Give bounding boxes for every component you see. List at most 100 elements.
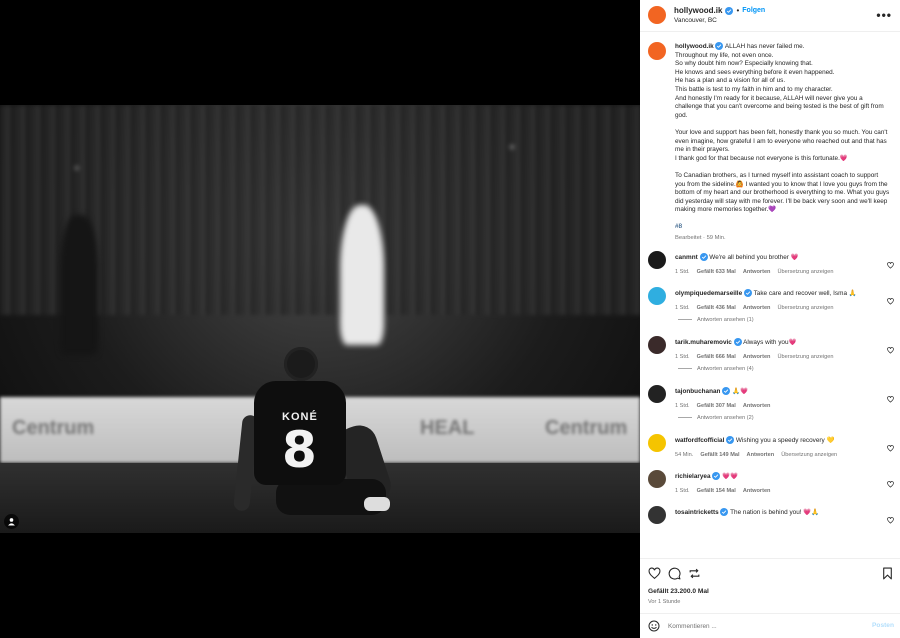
comment-time: 1 Std. [675,304,690,311]
view-replies-label: Antworten ansehen (4) [697,365,754,372]
comments-scroll-area[interactable]: hollywood.ik ALLAH has never failed me. … [640,33,900,558]
comment-like-heart-icon[interactable] [887,511,894,524]
verified-badge-icon [715,42,724,50]
avatar[interactable] [648,6,666,24]
view-replies-button[interactable]: Antworten ansehen (1) [678,317,900,323]
view-replies-button[interactable]: Antworten ansehen (2) [678,415,900,421]
avatar[interactable] [648,384,666,403]
translate-button[interactable]: Übersetzung anzeigen [781,452,837,458]
comment-text: We're all behind you brother 💗 [709,253,799,261]
comment-composer: Posten [640,613,900,638]
verified-badge-icon [712,471,721,480]
view-replies-label: Antworten ansehen (2) [697,414,754,421]
seated-player: KONÉ 8 [233,345,396,517]
comments-list: canmnt We're all behind you brother 💗 1 S… [640,250,900,524]
verified-badge-icon [725,6,734,15]
avatar[interactable] [648,469,666,488]
media-area: Centrum HEAL Centrum KONÉ 8 [0,0,640,638]
avatar[interactable] [648,433,666,452]
comment-text: The nation is behind you! 💗🙏 [730,508,820,516]
reply-button[interactable]: Antworten [743,403,771,409]
action-icons [648,567,701,580]
avatar[interactable] [648,286,666,305]
comment-like-heart-icon[interactable] [887,390,894,403]
comment-text-line: olympiquedemarseille Take care and recov… [675,287,882,298]
verified-badge-icon [726,435,735,444]
comment-like-count[interactable]: Gefällt 307 Mal [697,403,736,409]
like-heart-icon[interactable] [648,567,661,580]
comment-like-heart-icon[interactable] [887,292,894,305]
comment-meta: 1 Std. Gefällt 436 Mal Antworten Übersetzun… [675,305,882,311]
verified-badge-icon [722,386,731,395]
translate-button[interactable]: Übersetzung anzeigen [777,269,833,275]
translate-button[interactable]: Übersetzung anzeigen [777,354,833,360]
comment-meta: 1 Std. Gefällt 154 Mal Antworten [675,488,882,494]
comment-like-count[interactable]: Gefällt 666 Mal [697,354,736,360]
post-viewer: Centrum HEAL Centrum KONÉ 8 hollywood.ik… [0,0,900,638]
comment-username[interactable]: tosaintricketts [675,509,719,516]
post-photo[interactable]: Centrum HEAL Centrum KONÉ 8 [0,105,640,533]
comment-like-count[interactable]: Gefällt 154 Mal [697,488,736,494]
hashtag-link[interactable]: #8 [675,223,890,230]
comment-like-count[interactable]: Gefällt 149 Mal [700,452,739,458]
comment-like-heart-icon[interactable] [887,475,894,488]
reply-button[interactable]: Antworten [743,269,771,275]
post-details-panel: hollywood.ik • Folgen Vancouver, BC ••• … [640,0,900,638]
reply-button[interactable]: Antworten [747,452,775,458]
comment-meta: 54 Min. Gefällt 149 Mal Antworten Übersetzu… [675,452,882,458]
avatar[interactable] [648,42,666,60]
avatar[interactable] [648,505,666,524]
verified-badge-icon [733,337,742,346]
comment-username[interactable]: tarik.muharemovic [675,339,732,346]
comment-text-line: tosaintricketts The nation is behind you… [675,506,882,517]
view-replies-button[interactable]: Antworten ansehen (4) [678,366,900,372]
reply-button[interactable]: Antworten [743,488,771,494]
verified-badge-icon [699,252,708,261]
comment-like-heart-icon[interactable] [887,256,894,269]
comment-meta: 1 Std. Gefällt 633 Mal Antworten Übersetzun… [675,269,882,275]
reply-button[interactable]: Antworten [743,305,771,311]
comment-time: 54 Min. [675,451,694,458]
user-icon [8,518,15,526]
comment-username[interactable]: richielaryea [675,473,711,480]
comment-input[interactable] [668,619,858,633]
bookmark-icon[interactable] [881,567,894,580]
caption-text: hollywood.ik ALLAH has never failed me. … [675,42,890,215]
avatar[interactable] [648,335,666,354]
ad-board-text: Centrum [12,417,95,439]
comment-item: tarik.muharemovic Always with you💗 1 Std.… [640,335,900,360]
tagged-users-button[interactable] [4,514,19,529]
verified-badge-icon [720,507,729,516]
comment-like-count[interactable]: Gefällt 633 Mal [697,269,736,275]
comment-like-heart-icon[interactable] [887,341,894,354]
comment-username[interactable]: canmnt [675,254,698,261]
post-comment-button[interactable]: Posten [872,622,894,629]
replies-line [678,417,692,419]
location-link[interactable]: Vancouver, BC [674,17,717,24]
comment-item: watfordfcofficial Wishing you a speedy r… [640,433,900,458]
comment-like-count[interactable]: Gefällt 436 Mal [697,305,736,311]
username-link[interactable]: hollywood.ik [674,6,722,15]
header-user-row: hollywood.ik • Folgen [674,6,765,15]
follow-button[interactable]: Folgen [742,7,765,14]
repost-icon[interactable] [688,567,701,580]
comment-username[interactable]: olympiquedemarseille [675,290,742,297]
like-count[interactable]: Gefällt 23.200.0 Mal [648,588,709,595]
comment-time: 1 Std. [675,353,690,360]
reply-button[interactable]: Antworten [743,354,771,360]
ad-board-text: HEAL [420,417,475,439]
caption-username[interactable]: hollywood.ik [675,43,714,50]
comment-like-heart-icon[interactable] [887,439,894,452]
action-bar: Gefällt 23.200.0 Mal Vor 1 Stunde [640,558,900,612]
emoji-icon[interactable] [648,620,660,632]
comment-icon[interactable] [668,567,681,580]
comment-text: 💗💗 [722,472,739,480]
post-time: Vor 1 Stunde [648,599,681,605]
more-options-icon[interactable]: ••• [876,8,892,22]
replies-line [678,368,692,370]
translate-button[interactable]: Übersetzung anzeigen [777,305,833,311]
comment-username[interactable]: watfordfcofficial [675,437,724,444]
caption: hollywood.ik ALLAH has never failed me. … [640,33,900,241]
avatar[interactable] [648,250,666,269]
comment-username[interactable]: tajonbuchanan [675,388,720,395]
